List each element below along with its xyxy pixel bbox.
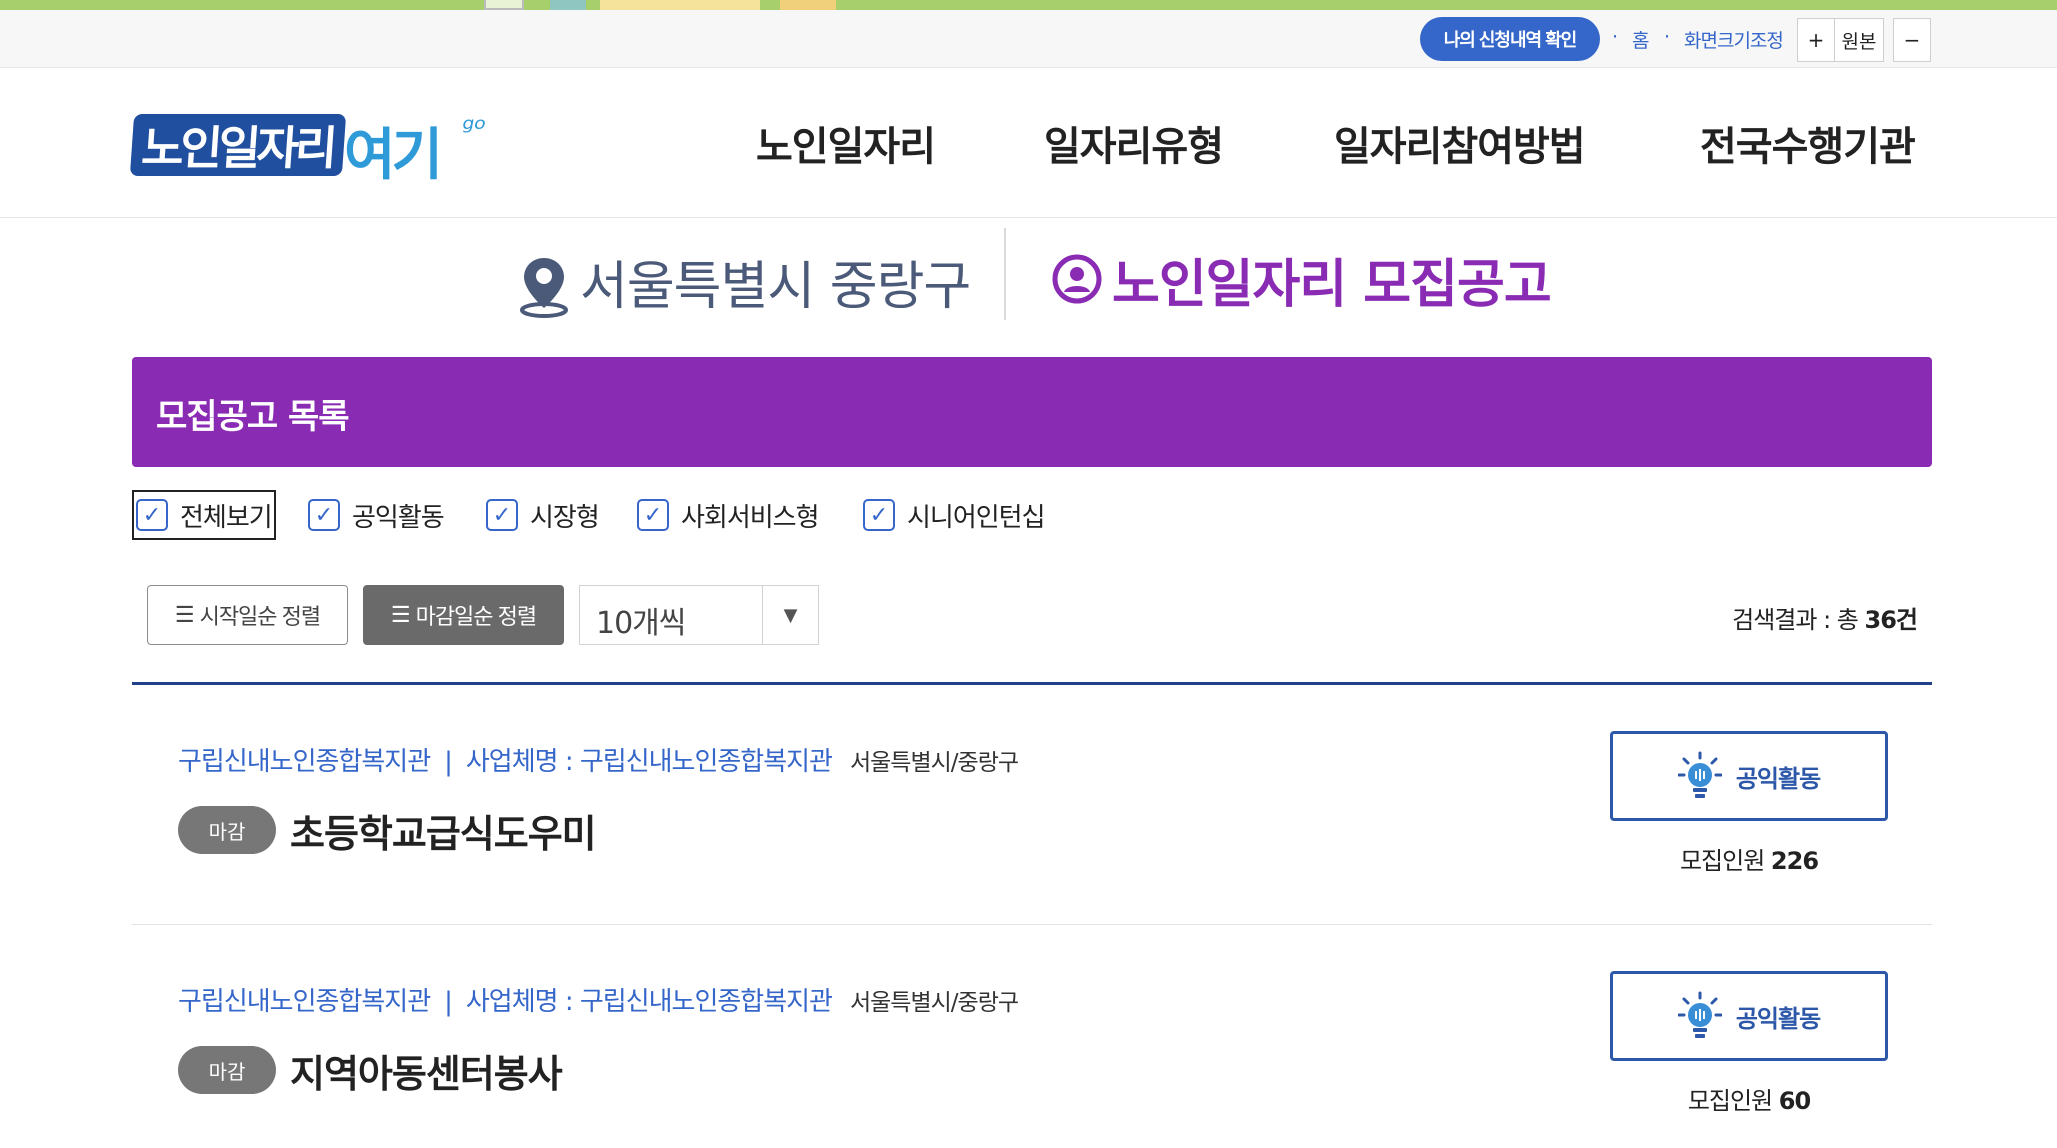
- filter-public-activity[interactable]: ✓ 공익활동: [308, 490, 445, 540]
- job-region: 서울특별시/중랑구: [849, 990, 1019, 1016]
- job-region: 서울특별시/중랑구: [849, 750, 1019, 776]
- nav-senior-jobs[interactable]: 노인일자리: [756, 114, 936, 172]
- recruit-number: 226: [1770, 847, 1819, 875]
- chevron-down-icon[interactable]: ▼: [762, 586, 818, 644]
- recruit-count: 모집인원 226: [1610, 841, 1888, 876]
- list-icon: ☰: [390, 602, 411, 627]
- logo-sub-text: ᵍᵒ: [462, 112, 487, 147]
- recruit-number: 60: [1778, 1087, 1811, 1115]
- checkbox-checked-icon[interactable]: ✓: [136, 499, 168, 531]
- decoration-illustration: [600, 0, 760, 10]
- recruit-label: 모집인원: [1687, 1087, 1779, 1115]
- person-icon: [1052, 254, 1102, 304]
- divider: [1004, 228, 1006, 320]
- nav-job-types[interactable]: 일자리유형: [1044, 114, 1224, 172]
- job-type-label: 공익활동: [1735, 1004, 1821, 1033]
- job-type-label: 공익활동: [1735, 764, 1821, 793]
- job-type-badge: 공익활동: [1610, 971, 1888, 1061]
- status-badge: 마감: [178, 806, 276, 854]
- site-header: 노인일자리 여기 ᵍᵒ 노인일자리 일자리유형 일자리참여방법 전국수행기관: [0, 68, 2057, 218]
- zoom-in-button[interactable]: +: [1797, 18, 1835, 62]
- recruit-count: 모집인원 60: [1610, 1081, 1888, 1116]
- separator-dot: ·: [1664, 26, 1671, 48]
- separator: |: [444, 987, 453, 1017]
- filter-label: 시장형: [530, 502, 600, 533]
- decoration-illustration: [780, 0, 836, 10]
- separator-dot: ·: [1612, 26, 1619, 48]
- filter-social-service[interactable]: ✓ 사회서비스형: [637, 490, 820, 540]
- nav-agencies[interactable]: 전국수행기관: [1700, 114, 1916, 172]
- filter-label: 공익활동: [352, 502, 445, 533]
- organization-link[interactable]: 구립신내노인종합복지관: [178, 747, 431, 777]
- banner-title: 모집공고 목록: [156, 397, 350, 437]
- zoom-reset-button[interactable]: 원본: [1834, 18, 1884, 62]
- sort-end-label: 마감일순 정렬: [415, 604, 538, 629]
- per-page-value: 10개씩: [596, 606, 686, 641]
- home-link[interactable]: 홈: [1632, 26, 1650, 53]
- region-text: 서울특별시 중랑구: [580, 257, 971, 317]
- filter-label: 사회서비스형: [681, 502, 820, 533]
- checkbox-checked-icon[interactable]: ✓: [486, 499, 518, 531]
- list-banner: 모집공고 목록: [132, 357, 1932, 467]
- filter-label: 시니어인턴십: [907, 502, 1046, 533]
- site-logo[interactable]: 노인일자리 여기 ᵍᵒ: [129, 108, 532, 188]
- my-application-button[interactable]: 나의 신청내역 확인: [1420, 17, 1600, 61]
- organization-link[interactable]: 구립신내노인종합복지관: [178, 987, 431, 1017]
- font-size-label: 화면크기조정: [1684, 30, 1784, 52]
- filter-market-type[interactable]: ✓ 시장형: [486, 490, 600, 540]
- list-item[interactable]: 구립신내노인종합복지관 | 사업체명 : 구립신내노인종합복지관 서울특별시/중랑구 …: [132, 925, 1932, 1148]
- lightbulb-icon: [1677, 751, 1722, 798]
- job-title-link[interactable]: 초등학교급식도우미: [290, 803, 597, 858]
- job-meta: 구립신내노인종합복지관 | 사업체명 : 구립신내노인종합복지관 서울특별시/중랑구: [178, 741, 1019, 778]
- zoom-out-button[interactable]: −: [1893, 18, 1931, 62]
- status-badge: 마감: [178, 1046, 276, 1094]
- recruit-label: 모집인원: [1679, 847, 1771, 875]
- business-name: 사업체명 : 구립신내노인종합복지관: [465, 987, 833, 1017]
- checkbox-checked-icon[interactable]: ✓: [308, 499, 340, 531]
- separator: |: [444, 747, 453, 777]
- job-title-link[interactable]: 지역아동센터봉사: [290, 1043, 563, 1098]
- checkbox-checked-icon[interactable]: ✓: [863, 499, 895, 531]
- job-type-badge: 공익활동: [1610, 731, 1888, 821]
- sort-by-start-button[interactable]: ☰ 시작일순 정렬: [147, 585, 348, 645]
- list-icon: ☰: [174, 602, 195, 627]
- filter-label: 전체보기: [180, 502, 273, 533]
- result-prefix: 검색결과 : 총: [1732, 606, 1865, 634]
- nav-how-to-apply[interactable]: 일자리참여방법: [1334, 114, 1586, 172]
- per-page-select[interactable]: 10개씩 ▼: [579, 585, 819, 645]
- job-meta: 구립신내노인종합복지관 | 사업체명 : 구립신내노인종합복지관 서울특별시/중랑구: [178, 981, 1019, 1018]
- sort-start-label: 시작일순 정렬: [199, 604, 322, 629]
- business-name: 사업체명 : 구립신내노인종합복지관: [465, 747, 833, 777]
- logo-accent-text: 여기: [344, 123, 443, 188]
- lightbulb-icon: [1677, 991, 1722, 1038]
- top-decoration-strip: [0, 0, 2057, 10]
- filter-senior-internship[interactable]: ✓ 시니어인턴십: [863, 490, 1046, 540]
- filter-all[interactable]: ✓ 전체보기: [132, 490, 276, 540]
- list-item[interactable]: 구립신내노인종합복지관 | 사업체명 : 구립신내노인종합복지관 서울특별시/중랑구 …: [132, 685, 1932, 925]
- location-title-row: 서울특별시 중랑구 노인일자리 모집공고: [0, 218, 2057, 338]
- decoration-illustration: [484, 0, 524, 10]
- page-title: 노인일자리 모집공고: [1112, 255, 1552, 315]
- location-pin-icon: [520, 258, 568, 318]
- decoration-illustration: [550, 0, 586, 10]
- result-count: 검색결과 : 총 36건: [1732, 600, 1918, 635]
- utility-bar: 나의 신청내역 확인 · 홈 · 화면크기조정 + 원본 −: [0, 10, 2057, 68]
- checkbox-checked-icon[interactable]: ✓: [637, 499, 669, 531]
- logo-main-text: 노인일자리: [129, 114, 346, 176]
- sort-by-deadline-button[interactable]: ☰ 마감일순 정렬: [363, 585, 564, 645]
- result-number: 36건: [1864, 606, 1918, 634]
